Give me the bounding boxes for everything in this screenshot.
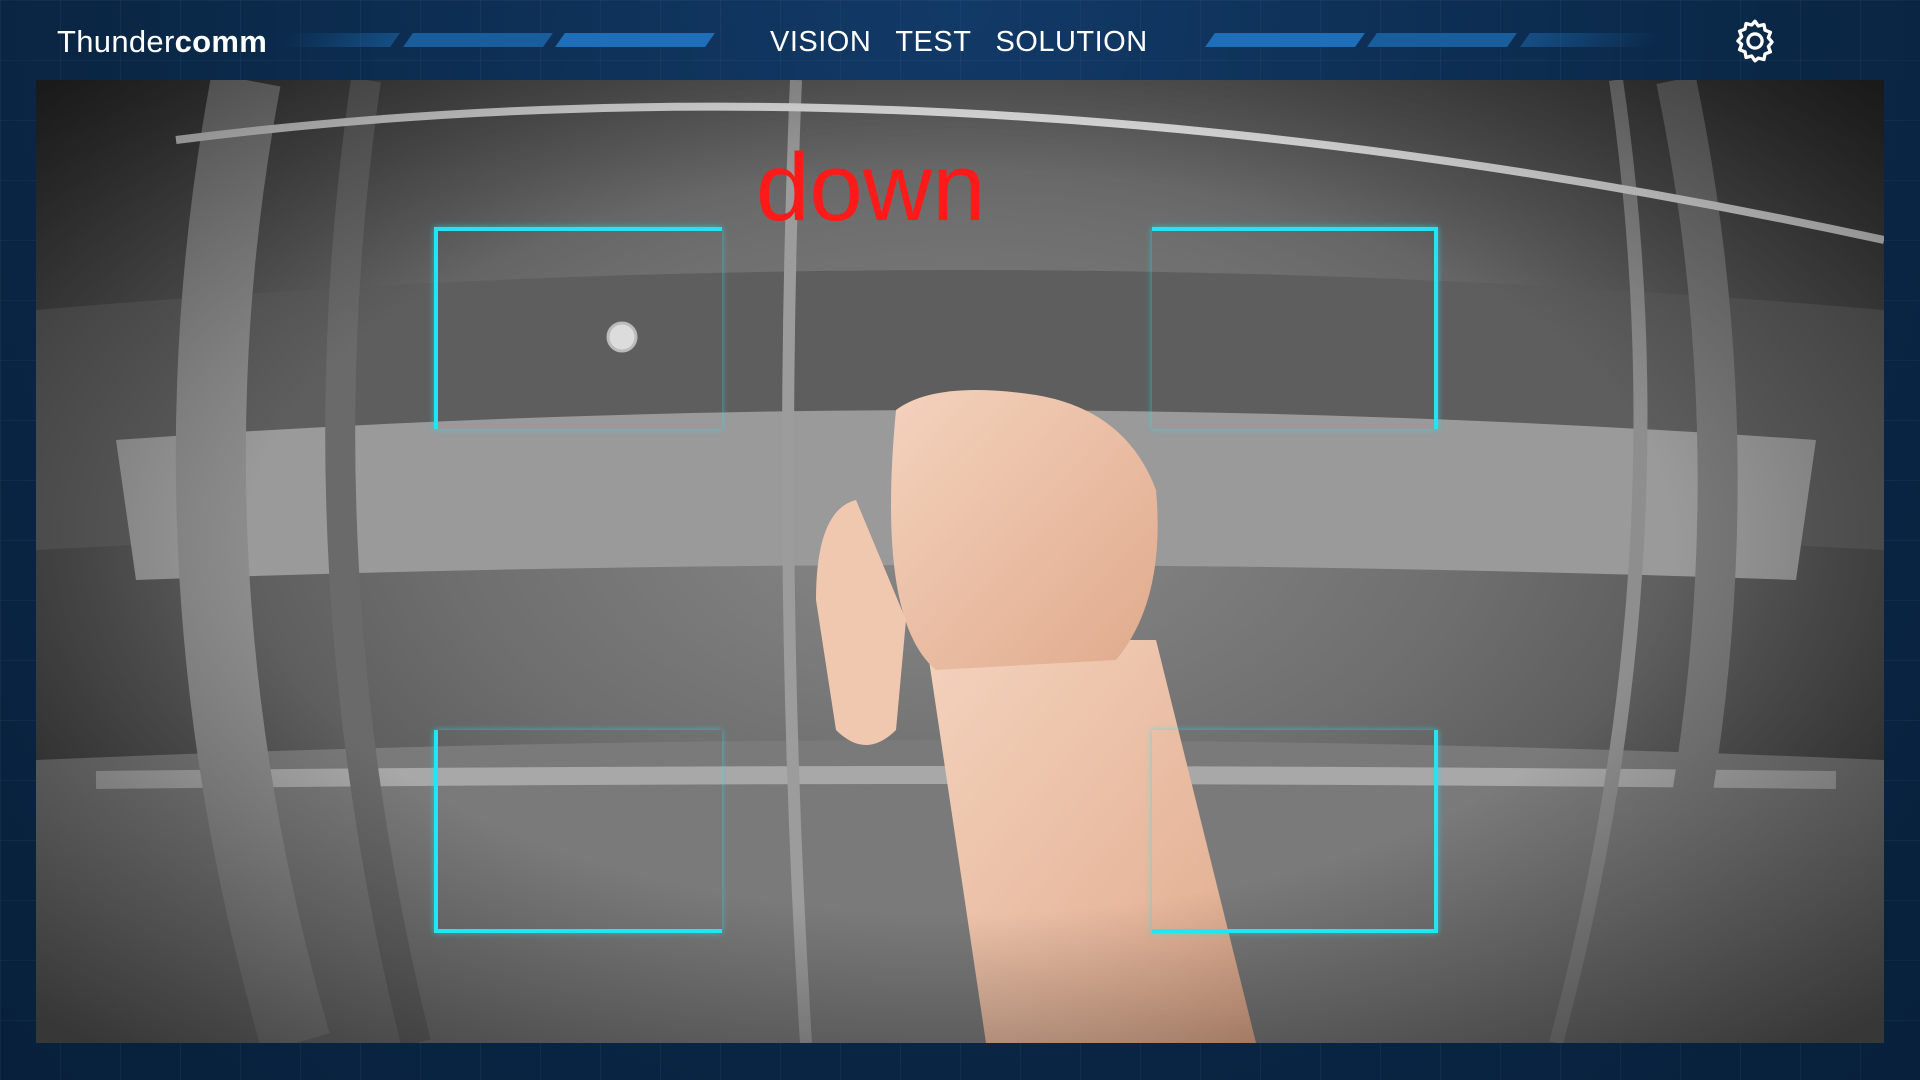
header-decor-bar [1367,33,1517,47]
gesture-result-label: down [756,134,986,241]
header-decor-bar [1205,33,1365,47]
header-decor-bar [403,33,553,47]
brand-logo-part1: Thunder [57,24,175,59]
detection-frame-corner-top-right [1152,227,1438,429]
nav-solution[interactable]: SOLUTION [995,22,1147,62]
gear-icon [1736,19,1774,63]
camera-feed: down [36,80,1884,1043]
detection-frame-corner-bottom-left [434,730,722,933]
header-decor-bar [1520,33,1660,47]
nav-test[interactable]: TEST [895,22,971,62]
gesture-demo-app: Thundercomm VISION TEST SOLUTION down [0,0,1920,1080]
top-bar: Thundercomm VISION TEST SOLUTION [0,0,1920,80]
detection-frame-corner-top-left [434,227,722,429]
header-decor-bar [280,33,400,47]
header-decor-bar [555,33,715,47]
brand-logo: Thundercomm [57,22,267,62]
brand-logo-part2: comm [174,24,268,59]
nav-vision[interactable]: VISION [770,22,871,62]
main-nav: VISION TEST SOLUTION [770,22,1148,62]
settings-button[interactable] [1730,16,1780,66]
detection-frame-corner-bottom-right [1152,730,1438,933]
